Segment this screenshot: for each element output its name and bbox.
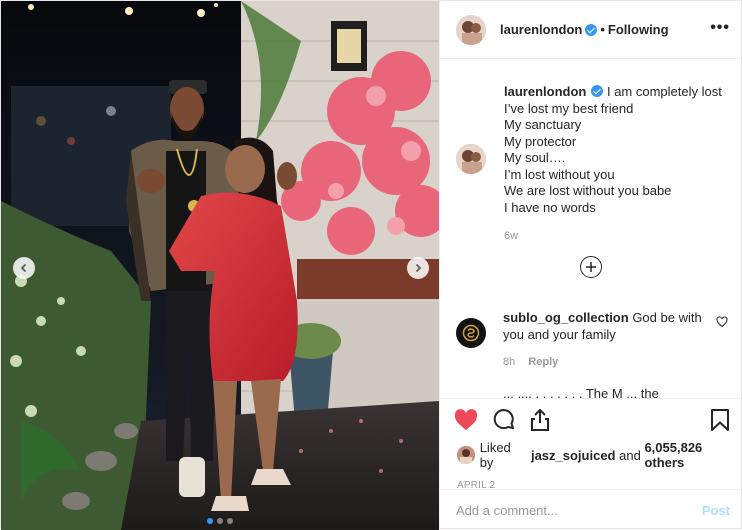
caption-line: We are lost without you babe [504,183,672,198]
carousel-dot [227,518,233,524]
likes-and: and [619,447,641,463]
caption-line: My protector [504,133,577,149]
carousel-dot [217,518,223,524]
post-actions: Liked by jasz_sojuiced and 6,055,826 oth… [440,398,742,491]
comments-section[interactable]: laurenlondon I am completely lost I’ve l… [440,60,742,398]
post-sidebar: laurenlondon • Following ••• laurenlondo… [439,1,742,530]
commenter-username[interactable]: sublo_og_collection [503,310,629,325]
carousel-next-button[interactable] [407,257,429,279]
following-button[interactable]: Following [608,22,669,37]
chevron-right-icon [415,263,422,273]
comment-meta: 8h Reply [503,354,703,371]
bookmark-icon[interactable] [710,409,730,431]
author-username[interactable]: laurenlondon [500,22,582,37]
likes-prefix: Liked by [479,440,511,470]
verified-badge-icon [585,23,598,36]
chevron-left-icon [20,263,27,273]
next-comment-preview: ... ,,.. . . . . . . , The M ,,, the [503,386,659,398]
more-options-button[interactable]: ••• [710,19,730,37]
load-more-comments-button[interactable] [580,256,602,278]
caption-timestamp[interactable]: 6w [504,228,722,245]
verified-badge-icon [591,85,604,97]
action-icons [440,399,742,439]
comment-timestamp[interactable]: 8h [503,356,515,368]
comment-item: sublo_og_collection God be with you and … [456,310,728,371]
liker-username[interactable]: jasz_sojuiced [531,448,616,463]
liker-avatar[interactable] [457,446,475,464]
caption-text: laurenlondon I am completely lost I’ve l… [504,84,722,245]
avatar-image [456,14,486,45]
likes-count[interactable]: 6,055,826 others [644,440,742,470]
caption-username[interactable]: laurenlondon [504,84,586,99]
author-avatar[interactable] [456,14,486,45]
add-comment-bar: Post [440,489,742,530]
caption-line: My sanctuary [504,117,582,132]
caption-line: I’ve lost my best friend [504,100,634,116]
photo-illustration [1,1,439,530]
likes-summary: Liked by jasz_sojuiced and 6,055,826 oth… [440,440,742,470]
post-comment-button[interactable]: Post [702,503,730,518]
reply-button[interactable]: Reply [528,356,558,368]
caption-line: I have no words [504,199,596,215]
caption-avatar[interactable] [456,144,486,174]
header-separator: • [600,22,605,37]
comment-body: sublo_og_collection God be with you and … [503,310,703,371]
comment-like-heart-icon[interactable] [716,316,728,328]
share-icon[interactable] [528,409,552,431]
comment-input[interactable] [456,502,702,518]
heart-filled-icon[interactable] [454,409,478,431]
caption-line: I’m lost without you [504,166,615,182]
caption-line: I am completely lost [606,84,722,99]
post-header: laurenlondon • Following ••• [440,1,742,59]
avatar-image [456,144,486,174]
plus-circle-icon [586,262,596,272]
comment-icon[interactable] [492,409,516,431]
caption-line: My soul…. [504,150,566,165]
carousel-prev-button[interactable] [13,257,35,279]
post-photo[interactable] [1,1,439,530]
carousel-indicator [1,518,439,524]
brand-logo-icon [462,324,480,342]
caption: laurenlondon I am completely lost I’ve l… [456,84,722,245]
commenter-avatar[interactable] [456,318,486,348]
instagram-post: laurenlondon • Following ••• laurenlondo… [0,0,742,530]
carousel-dot [207,518,213,524]
avatar-image [457,446,475,464]
